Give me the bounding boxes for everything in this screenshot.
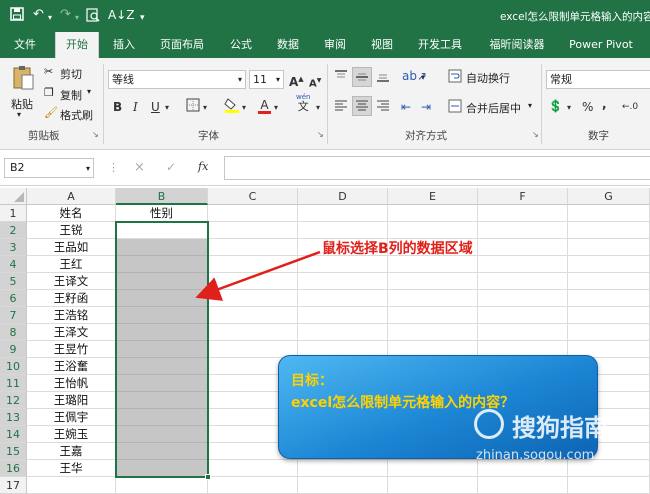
- sogou-logo-icon: [474, 409, 504, 439]
- watermark-url: zhinan.sogou.com: [476, 448, 595, 463]
- annotation-text: 鼠标选择B列的数据区域: [322, 241, 473, 257]
- callout-title: 目标：: [291, 373, 333, 389]
- callout-text: excel怎么限制单元格输入的内容？: [291, 395, 515, 411]
- watermark-brand: 搜狗指南: [512, 414, 608, 442]
- goal-callout: 目标： excel怎么限制单元格输入的内容？: [278, 355, 598, 459]
